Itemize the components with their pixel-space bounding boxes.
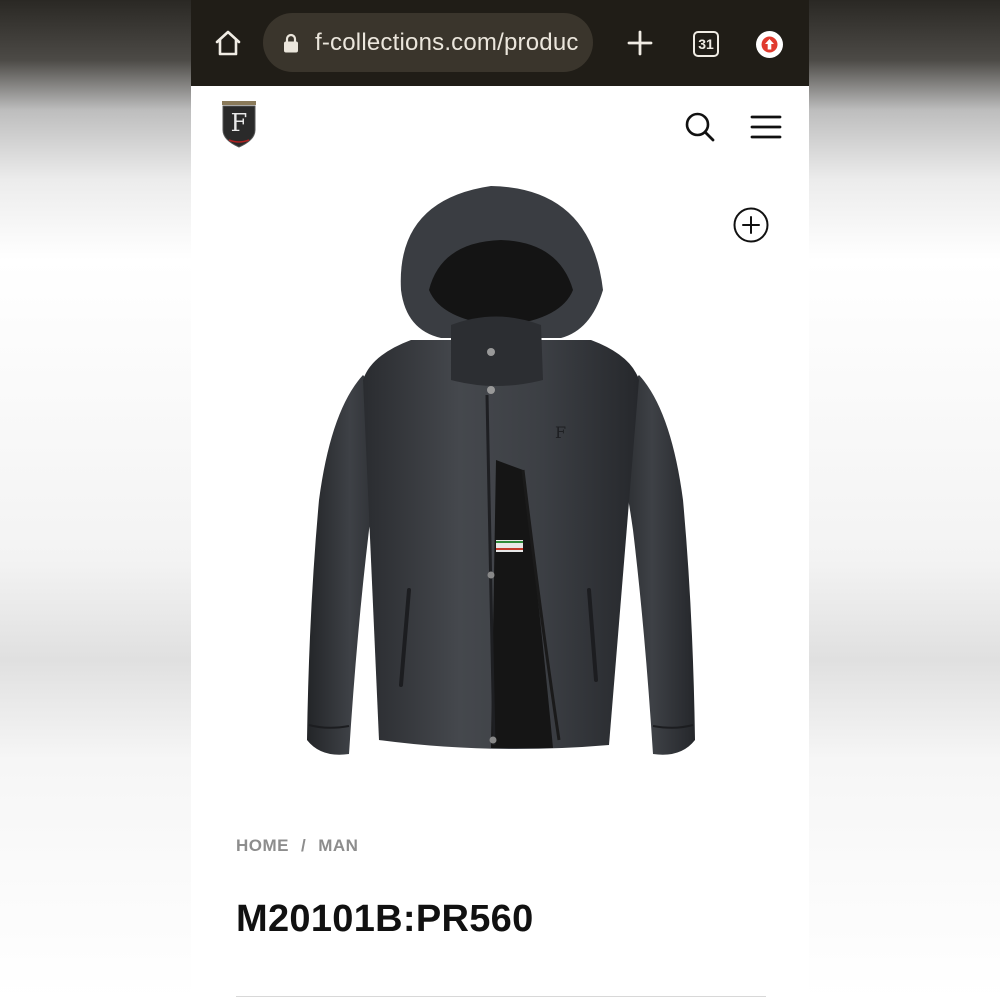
tab-count: 31 (693, 31, 719, 57)
search-icon (685, 112, 715, 142)
brand-logo[interactable]: F (221, 100, 257, 148)
hamburger-icon (750, 115, 782, 139)
breadcrumb: HOME / MAN (236, 836, 358, 856)
breadcrumb-category[interactable]: MAN (318, 836, 358, 856)
tab-switcher-button[interactable]: 31 (686, 24, 726, 64)
site-header: F (191, 86, 809, 166)
right-backdrop (809, 0, 1000, 1000)
browser-toolbar: f-collections.com/produc 31 (191, 0, 809, 86)
jacket-logo: F (555, 423, 566, 442)
home-icon (215, 30, 241, 56)
menu-button[interactable] (749, 110, 783, 144)
search-button[interactable] (683, 110, 717, 144)
phone-screen: f-collections.com/produc 31 F F HOME / M… (191, 0, 809, 1000)
address-bar[interactable]: f-collections.com/produc (263, 13, 593, 72)
left-backdrop (0, 0, 191, 1000)
url-text: f-collections.com/produc (315, 28, 579, 56)
product-image[interactable]: F (291, 180, 711, 780)
profile-button[interactable] (749, 24, 789, 64)
section-divider (236, 996, 766, 997)
home-button[interactable] (207, 22, 249, 64)
lock-icon (283, 33, 299, 53)
breadcrumb-home[interactable]: HOME (236, 836, 289, 856)
zoom-button[interactable] (732, 206, 770, 244)
plus-icon (627, 30, 653, 56)
update-badge-icon (755, 30, 783, 58)
new-tab-button[interactable] (619, 22, 661, 64)
svg-text:F: F (231, 109, 248, 137)
product-title: M20101B:PR560 (236, 898, 534, 940)
breadcrumb-separator: / (301, 836, 307, 855)
zoom-plus-icon (733, 207, 769, 243)
